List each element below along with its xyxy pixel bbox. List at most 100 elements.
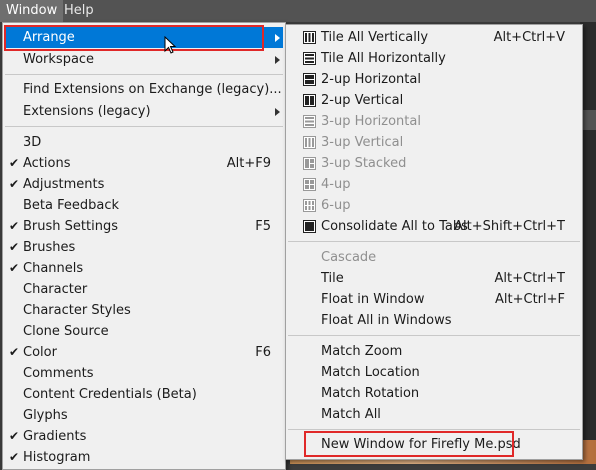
menu-item-cascade[interactable]: Cascade bbox=[288, 247, 580, 268]
shortcut-text: Alt+Shift+Ctrl+T bbox=[454, 219, 565, 234]
mouse-pointer-icon bbox=[164, 36, 177, 54]
shortcut-text: Alt+F9 bbox=[226, 156, 271, 171]
menu-item-panel[interactable]: Glyphs bbox=[5, 405, 283, 426]
three-up-stacked-icon bbox=[303, 157, 316, 170]
three-up-horizontal-icon bbox=[303, 115, 316, 128]
panel-label: 3D bbox=[23, 135, 42, 150]
float-all-label: Float All in Windows bbox=[321, 313, 452, 328]
menu-window[interactable]: Window bbox=[0, 0, 64, 22]
menu-item-3up-horizontal[interactable]: 3-up Horizontal bbox=[288, 111, 580, 132]
menu-item-panel[interactable]: ✔ Histogram bbox=[5, 447, 283, 468]
panel-label: Channels bbox=[23, 261, 84, 276]
menu-help[interactable]: Help bbox=[58, 0, 100, 22]
match-all-label: Match All bbox=[321, 407, 381, 422]
match-rotation-label: Match Rotation bbox=[321, 386, 420, 401]
panel-label: Color bbox=[23, 345, 57, 360]
menu-item-float-all[interactable]: Float All in Windows bbox=[288, 310, 580, 331]
three-up-horizontal-label: 3-up Horizontal bbox=[321, 114, 421, 129]
six-up-label: 6-up bbox=[321, 198, 351, 213]
menu-item-extensions-legacy[interactable]: Extensions (legacy) bbox=[5, 101, 283, 122]
menu-item-panel[interactable]: Character Styles bbox=[5, 300, 283, 321]
menu-item-3up-stacked[interactable]: 3-up Stacked bbox=[288, 153, 580, 174]
menu-item-match-rotation[interactable]: Match Rotation bbox=[288, 383, 580, 404]
two-up-horizontal-label: 2-up Horizontal bbox=[321, 72, 421, 87]
menu-item-panel[interactable]: ✔ Adjustments bbox=[5, 174, 283, 195]
panel-label: Actions bbox=[23, 156, 71, 171]
match-zoom-label: Match Zoom bbox=[321, 344, 403, 359]
menu-item-panel[interactable]: Clone Source bbox=[5, 321, 283, 342]
shortcut-text: F6 bbox=[255, 345, 271, 360]
menu-item-panel[interactable]: Beta Feedback bbox=[5, 195, 283, 216]
panel-label: Character Styles bbox=[23, 303, 131, 318]
menu-item-tile[interactable]: Tile Alt+Ctrl+T bbox=[288, 268, 580, 289]
two-up-vertical-icon bbox=[303, 94, 316, 107]
workspace-label: Workspace bbox=[23, 52, 95, 67]
six-up-icon bbox=[303, 199, 316, 212]
menu-item-consolidate-tabs[interactable]: Consolidate All to Tabs Alt+Shift+Ctrl+T bbox=[288, 216, 580, 237]
panel-label: Adjustments bbox=[23, 177, 105, 192]
match-location-label: Match Location bbox=[321, 365, 420, 380]
menu-item-float-in-window[interactable]: Float in Window Alt+Ctrl+F bbox=[288, 289, 580, 310]
menu-separator bbox=[288, 241, 580, 242]
panel-label: Gradients bbox=[23, 429, 87, 444]
checkmark-icon: ✔ bbox=[9, 219, 20, 233]
panel-label: Histogram bbox=[23, 450, 91, 465]
find-extensions-label: Find Extensions on Exchange (legacy)... bbox=[23, 82, 282, 97]
checkmark-icon: ✔ bbox=[9, 345, 20, 359]
menu-item-workspace[interactable]: Workspace bbox=[5, 49, 283, 70]
two-up-vertical-label: 2-up Vertical bbox=[321, 93, 404, 108]
menu-item-panel[interactable]: ✔ Gradients bbox=[5, 426, 283, 447]
menu-item-6up[interactable]: 6-up bbox=[288, 195, 580, 216]
menu-item-panel[interactable]: 3D bbox=[5, 132, 283, 153]
menu-item-find-extensions[interactable]: Find Extensions on Exchange (legacy)... bbox=[5, 79, 283, 100]
checkmark-icon: ✔ bbox=[9, 429, 20, 443]
arrange-label: Arrange bbox=[23, 30, 75, 45]
menu-item-3up-vertical[interactable]: 3-up Vertical bbox=[288, 132, 580, 153]
float-in-window-label: Float in Window bbox=[321, 292, 425, 307]
checkmark-icon: ✔ bbox=[9, 450, 20, 464]
menu-bar: Window Help bbox=[0, 0, 596, 22]
panel-label: Character bbox=[23, 282, 88, 297]
menu-item-match-location[interactable]: Match Location bbox=[288, 362, 580, 383]
tile-vertical-icon bbox=[303, 31, 316, 44]
menu-separator bbox=[288, 335, 580, 336]
checkmark-icon: ✔ bbox=[9, 261, 20, 275]
panel-label: Beta Feedback bbox=[23, 198, 120, 213]
tile-all-vertically-label: Tile All Vertically bbox=[321, 30, 429, 45]
menu-item-panel[interactable]: ✔ Color F6 bbox=[5, 342, 283, 363]
menu-item-panel[interactable]: ✔ Actions Alt+F9 bbox=[5, 153, 283, 174]
checkmark-icon: ✔ bbox=[9, 177, 20, 191]
menu-item-2up-vertical[interactable]: 2-up Vertical bbox=[288, 90, 580, 111]
menu-item-panel[interactable]: Content Credentials (Beta) bbox=[5, 384, 283, 405]
menu-item-tile-all-horizontally[interactable]: Tile All Horizontally bbox=[288, 48, 580, 69]
menu-item-panel[interactable]: ✔ Channels bbox=[5, 258, 283, 279]
panel-label: Comments bbox=[23, 366, 94, 381]
menu-item-2up-horizontal[interactable]: 2-up Horizontal bbox=[288, 69, 580, 90]
checkmark-icon: ✔ bbox=[9, 240, 20, 254]
menu-item-panel[interactable]: ✔ Brush Settings F5 bbox=[5, 216, 283, 237]
menu-item-panel[interactable]: Comments bbox=[5, 363, 283, 384]
four-up-label: 4-up bbox=[321, 177, 351, 192]
three-up-vertical-icon bbox=[303, 136, 316, 149]
menu-item-tile-all-vertically[interactable]: Tile All Vertically Alt+Ctrl+V bbox=[288, 27, 580, 48]
panel-label: Brushes bbox=[23, 240, 76, 255]
menu-item-4up[interactable]: 4-up bbox=[288, 174, 580, 195]
menu-item-new-window[interactable]: New Window for Firefly Me.psd bbox=[288, 434, 580, 455]
consolidate-tabs-icon bbox=[303, 220, 316, 233]
window-menu: Arrange Workspace Find Extensions on Exc… bbox=[2, 22, 286, 470]
cascade-label: Cascade bbox=[321, 250, 377, 265]
shortcut-text: Alt+Ctrl+T bbox=[494, 271, 565, 286]
tile-label: Tile bbox=[321, 271, 344, 286]
menu-item-panel[interactable]: ✔ Brushes bbox=[5, 237, 283, 258]
new-window-label: New Window for Firefly Me.psd bbox=[321, 437, 521, 452]
menu-separator bbox=[5, 74, 283, 75]
menu-item-match-zoom[interactable]: Match Zoom bbox=[288, 341, 580, 362]
menu-item-panel[interactable]: Character bbox=[5, 279, 283, 300]
menu-item-arrange[interactable]: Arrange bbox=[5, 27, 283, 48]
menu-item-match-all[interactable]: Match All bbox=[288, 404, 580, 425]
arrange-submenu: Tile All Vertically Alt+Ctrl+V Tile All … bbox=[285, 24, 583, 460]
panel-label: Glyphs bbox=[23, 408, 68, 423]
three-up-vertical-label: 3-up Vertical bbox=[321, 135, 404, 150]
menu-separator bbox=[5, 126, 283, 127]
tile-all-horizontally-label: Tile All Horizontally bbox=[321, 51, 446, 66]
